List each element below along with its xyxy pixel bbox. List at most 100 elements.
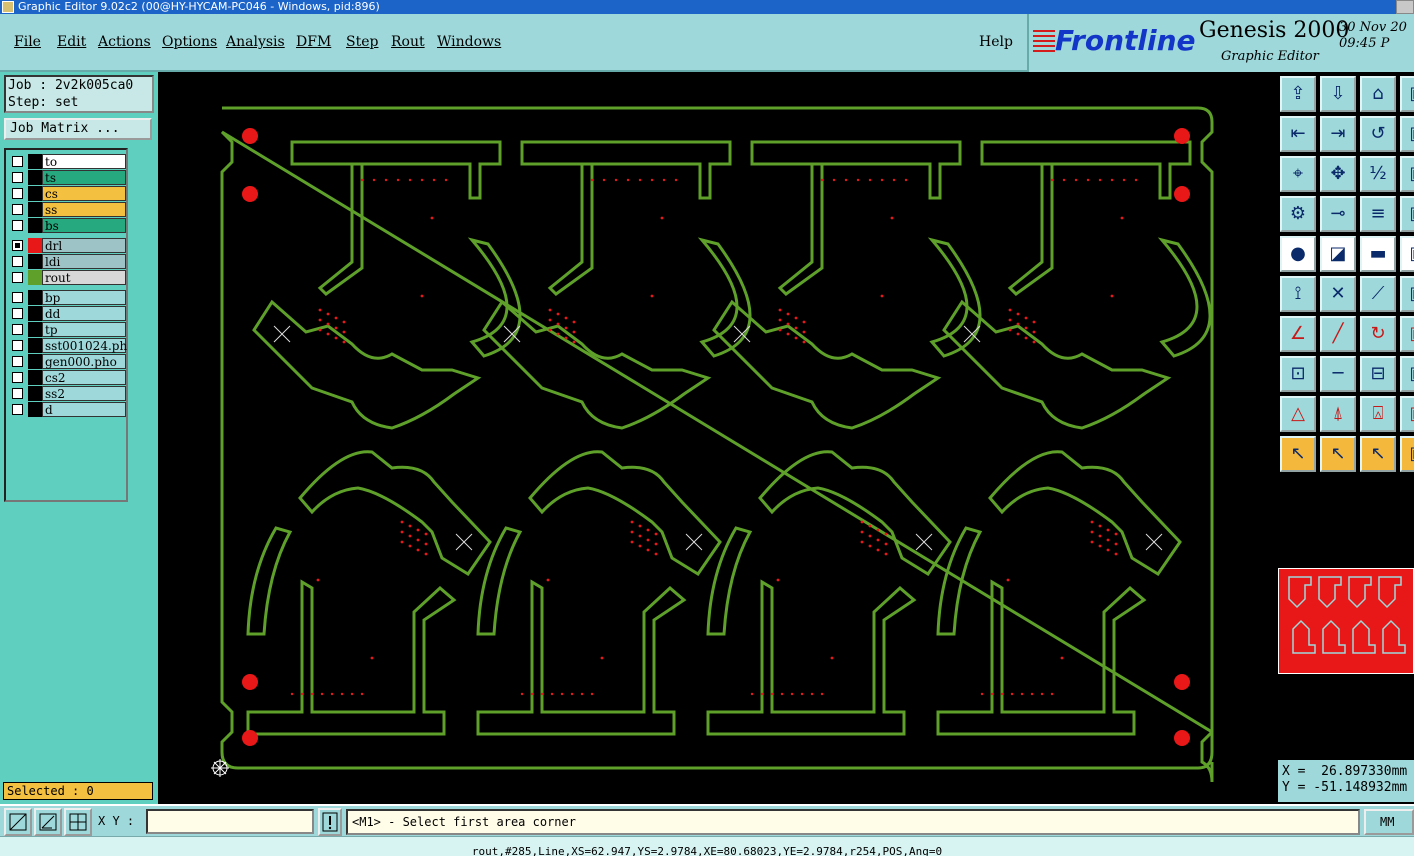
menu-help[interactable]: Help bbox=[979, 34, 1013, 50]
select-shape-button[interactable]: ↖ bbox=[1360, 436, 1396, 472]
save-button[interactable]: ⇩ bbox=[1320, 76, 1356, 112]
window-close-button[interactable] bbox=[1396, 0, 1414, 14]
layer-name[interactable]: cs2 bbox=[42, 370, 126, 385]
layer-checkbox[interactable] bbox=[12, 172, 23, 183]
line-slant-button[interactable]: ╱ bbox=[1320, 316, 1356, 352]
layer-color-swatch[interactable] bbox=[28, 370, 42, 385]
menu-rout[interactable]: Rout bbox=[391, 34, 425, 50]
triangle-button[interactable]: △ bbox=[1280, 396, 1316, 432]
panel-button[interactable]: ▣ bbox=[1400, 76, 1414, 112]
layer-name[interactable]: dd bbox=[42, 306, 126, 321]
layer-row-ss[interactable]: ss bbox=[8, 202, 128, 217]
panel10-button[interactable]: ▣ bbox=[1400, 436, 1414, 472]
menu-options[interactable]: Options bbox=[162, 34, 217, 50]
snap-out-button[interactable]: ⇥ bbox=[1320, 116, 1356, 152]
alert-button[interactable] bbox=[318, 808, 342, 836]
layer-row-cs2[interactable]: cs2 bbox=[8, 370, 128, 385]
select-box-button[interactable]: ↖ bbox=[1320, 436, 1356, 472]
layer-checkbox[interactable] bbox=[12, 324, 23, 335]
layer-row-to[interactable]: to bbox=[8, 154, 128, 169]
layer-row-d[interactable]: d bbox=[8, 402, 128, 417]
snap-mode-button[interactable] bbox=[4, 808, 32, 836]
grid-mode-button[interactable] bbox=[64, 808, 92, 836]
layer-row-ldi[interactable]: ldi bbox=[8, 254, 128, 269]
layer-name[interactable]: bp bbox=[42, 290, 126, 305]
layer-row-rout[interactable]: rout bbox=[8, 270, 128, 285]
panel4-button[interactable]: ▣ bbox=[1400, 196, 1414, 232]
pad-button[interactable]: ● bbox=[1280, 236, 1316, 272]
layer-checkbox[interactable] bbox=[12, 404, 23, 415]
layer-color-swatch[interactable] bbox=[28, 238, 42, 253]
layer-row-ss2[interactable]: ss2 bbox=[8, 386, 128, 401]
layer-checkbox[interactable] bbox=[12, 240, 23, 251]
line-angle-button[interactable]: ∠ bbox=[1280, 316, 1316, 352]
layer-color-swatch[interactable] bbox=[28, 402, 42, 417]
layer-checkbox[interactable] bbox=[12, 356, 23, 367]
layer-checkbox[interactable] bbox=[12, 256, 23, 267]
layer-name[interactable]: to bbox=[42, 154, 126, 169]
ruler-button[interactable]: ▬ bbox=[1360, 236, 1396, 272]
layer-name[interactable]: d bbox=[42, 402, 126, 417]
panel2-button[interactable]: ▣ bbox=[1400, 116, 1414, 152]
zoom-area-button[interactable]: ✥ bbox=[1320, 156, 1356, 192]
layer-checkbox[interactable] bbox=[12, 204, 23, 215]
job-matrix-button[interactable]: Job Matrix ... bbox=[4, 118, 152, 140]
menu-step[interactable]: Step bbox=[346, 34, 378, 50]
layer-row-ts[interactable]: ts bbox=[8, 170, 128, 185]
layer-stack-button[interactable]: ≡ bbox=[1360, 196, 1396, 232]
panel3-button[interactable]: ▣ bbox=[1400, 156, 1414, 192]
layer-name[interactable]: ldi bbox=[42, 254, 126, 269]
graphic-canvas[interactable] bbox=[158, 72, 1276, 804]
snap-in-button[interactable]: ⇤ bbox=[1280, 116, 1316, 152]
panel9-button[interactable]: ▣ bbox=[1400, 396, 1414, 432]
layer-color-swatch[interactable] bbox=[28, 218, 42, 233]
layer-color-swatch[interactable] bbox=[28, 186, 42, 201]
panel5-button[interactable]: ▣ bbox=[1400, 236, 1414, 272]
layer-row-sst001024-ph[interactable]: sst001024.ph bbox=[8, 338, 128, 353]
layer-checkbox[interactable] bbox=[12, 188, 23, 199]
flip-button[interactable]: ↺ bbox=[1360, 116, 1396, 152]
layer-color-swatch[interactable] bbox=[28, 170, 42, 185]
layer-checkbox[interactable] bbox=[12, 220, 23, 231]
menu-file[interactable]: File bbox=[14, 34, 41, 50]
layer-name[interactable]: cs bbox=[42, 186, 126, 201]
layer-row-dd[interactable]: dd bbox=[8, 306, 128, 321]
line-button[interactable]: ─ bbox=[1320, 356, 1356, 392]
arc-point-button[interactable]: ⟋ bbox=[1360, 276, 1396, 312]
arrow-a-button[interactable]: ⍋ bbox=[1320, 396, 1356, 432]
layer-checkbox[interactable] bbox=[12, 388, 23, 399]
panel6-button[interactable]: ▣ bbox=[1400, 276, 1414, 312]
layer-row-cs[interactable]: cs bbox=[8, 186, 128, 201]
layer-row-bs[interactable]: bs bbox=[8, 218, 128, 233]
layer-color-swatch[interactable] bbox=[28, 254, 42, 269]
layer-name[interactable]: tp bbox=[42, 322, 126, 337]
layer-color-swatch[interactable] bbox=[28, 354, 42, 369]
layer-color-swatch[interactable] bbox=[28, 154, 42, 169]
layer-name[interactable]: sst001024.ph bbox=[42, 338, 127, 353]
layer-name[interactable]: bs bbox=[42, 218, 126, 233]
layer-checkbox[interactable] bbox=[12, 372, 23, 383]
layer-name[interactable]: drl bbox=[42, 238, 126, 253]
layer-name[interactable]: gen000.pho bbox=[42, 354, 126, 369]
cross-button[interactable]: ✕ bbox=[1320, 276, 1356, 312]
pcb-drawing[interactable] bbox=[158, 72, 1276, 804]
layer-checkbox[interactable] bbox=[12, 340, 23, 351]
layer-color-swatch[interactable] bbox=[28, 322, 42, 337]
layer-checkbox[interactable] bbox=[12, 156, 23, 167]
arc-button[interactable]: ↻ bbox=[1360, 316, 1396, 352]
measure-button[interactable]: ⚙ bbox=[1280, 196, 1316, 232]
layer-row-tp[interactable]: tp bbox=[8, 322, 128, 337]
polygon-button[interactable]: ⍓ bbox=[1360, 396, 1396, 432]
layer-checkbox[interactable] bbox=[12, 292, 23, 303]
layer-color-swatch[interactable] bbox=[28, 202, 42, 217]
menu-edit[interactable]: Edit bbox=[57, 34, 86, 50]
fit-button[interactable]: ⌖ bbox=[1280, 156, 1316, 192]
panel8-button[interactable]: ▣ bbox=[1400, 356, 1414, 392]
overview-map[interactable] bbox=[1278, 568, 1414, 674]
menu-dfm[interactable]: DFM bbox=[296, 34, 331, 50]
layer-name[interactable]: ss bbox=[42, 202, 126, 217]
layer-checkbox[interactable] bbox=[12, 308, 23, 319]
layer-row-bp[interactable]: bp bbox=[8, 290, 128, 305]
layer-color-swatch[interactable] bbox=[28, 338, 42, 353]
scale-1-2-button[interactable]: ½ bbox=[1360, 156, 1396, 192]
